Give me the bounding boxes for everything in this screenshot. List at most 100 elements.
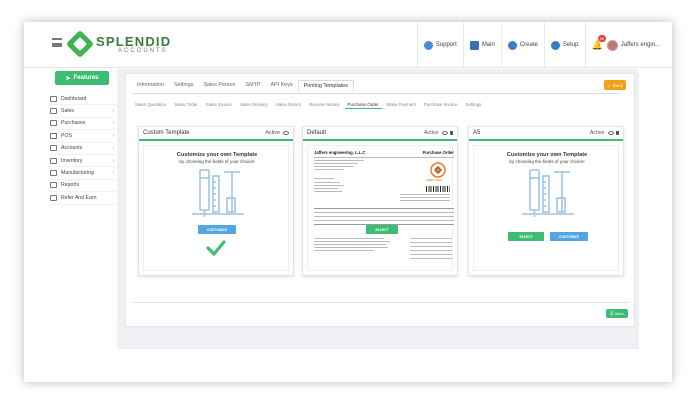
tab-printing-templates[interactable]: Printing Templates xyxy=(297,80,354,92)
pos-icon xyxy=(50,132,57,139)
rocket-icon: ➤ xyxy=(65,75,71,82)
default-template-card: Default Active Jaffers engineering, L.L.… xyxy=(302,126,458,276)
subtab-purchase-invoice[interactable]: Purchase Invoice xyxy=(421,101,461,109)
eye-icon[interactable] xyxy=(441,131,448,135)
top-bar-actions: Support Main Create Setup 🔔 99 Jaffers en… xyxy=(416,22,666,68)
tab-settings[interactable]: Settings xyxy=(169,80,198,92)
plus-icon xyxy=(507,40,517,50)
sidebar-item-manufacturing[interactable]: Manufacturing › xyxy=(50,167,116,180)
sidebar-item-accounts[interactable]: Accounts › xyxy=(50,143,116,155)
template-illustration-icon xyxy=(522,169,574,217)
save-button[interactable]: ⎘ Save xyxy=(606,309,628,318)
sidebar-item-sales[interactable]: Sales › xyxy=(50,105,116,118)
main-button[interactable]: Main xyxy=(462,22,501,68)
accounts-icon xyxy=(50,145,57,152)
sidebar-item-refer-and-earn[interactable]: Refer And Earn xyxy=(50,192,116,205)
card-header: Custom Template Active xyxy=(139,127,293,141)
tab-information[interactable]: Information xyxy=(132,80,169,92)
check-icon xyxy=(206,240,226,256)
company-logo-text: Jaffers Tower xyxy=(426,179,443,182)
subtab-sales-return[interactable]: Sales Return xyxy=(273,101,304,109)
sidebar-item-inventory[interactable]: Inventory › xyxy=(50,155,116,168)
customize-subheading: by choosing the fields of your choice! xyxy=(179,159,255,164)
back-button[interactable]: ← Back xyxy=(604,80,626,90)
app-logo[interactable]: SPLENDID ACCOUNTS xyxy=(65,29,172,59)
gift-icon xyxy=(50,194,57,201)
logo-sub: ACCOUNTS xyxy=(118,47,168,54)
status-badge: Active xyxy=(424,130,453,136)
chevron-right-icon: › xyxy=(112,157,114,164)
logo-name: SPLENDID xyxy=(96,33,172,49)
chevron-right-icon: › xyxy=(112,132,114,139)
a5-template-card: A5 Active Customize your own Template by… xyxy=(468,126,624,276)
user-menu[interactable]: 🔔 99 Jaffers engin... xyxy=(584,22,666,68)
sidebar-menu: Dashboard Sales › Purchases › POS › Account… xyxy=(50,93,116,205)
custom-template-card: Custom Template Active Customize your ow… xyxy=(138,126,294,276)
customize-subheading: by choosing the fields of your choice! xyxy=(509,159,585,164)
eye-icon[interactable] xyxy=(607,131,614,135)
purchase-order-preview: Jaffers engineering, L.L.C Purchase Orde… xyxy=(310,148,460,270)
trash-icon[interactable] xyxy=(449,130,453,136)
company-logo-icon xyxy=(430,162,446,178)
app-window: SPLENDID ACCOUNTS Support Main Create Se… xyxy=(24,22,672,382)
dashboard-icon xyxy=(50,95,57,102)
tab-api-keys[interactable]: API Keys xyxy=(266,80,298,92)
main-content: Information Settings Sales Person SMTP A… xyxy=(117,69,639,349)
sidebar: ➤ Features Dashboard Sales › Purchases › P… xyxy=(24,69,117,382)
tab-smtp[interactable]: SMTP xyxy=(241,80,266,92)
chevron-right-icon: › xyxy=(112,108,114,115)
hamburger-menu-icon[interactable] xyxy=(52,38,62,47)
support-icon xyxy=(423,40,433,50)
po-company-name: Jaffers engineering, L.L.C xyxy=(314,150,366,155)
chevron-right-icon: › xyxy=(112,120,114,127)
template-preview: Customize your own Template by choosing … xyxy=(143,145,289,271)
po-document-title: Purchase Order xyxy=(422,150,454,155)
status-badge: Active xyxy=(265,130,289,136)
card-header: A5 Active xyxy=(469,127,623,141)
sidebar-item-pos[interactable]: POS › xyxy=(50,130,116,143)
subtab-settings[interactable]: Settings xyxy=(463,101,485,109)
card-title: Custom Template xyxy=(143,130,190,136)
features-button[interactable]: ➤ Features xyxy=(55,71,109,85)
settings-panel: Information Settings Sales Person SMTP A… xyxy=(125,73,635,327)
setup-button[interactable]: Setup xyxy=(543,22,585,68)
create-button[interactable]: Create xyxy=(500,22,544,68)
avatar xyxy=(606,39,618,51)
status-badge: Active xyxy=(590,130,619,136)
eye-icon[interactable] xyxy=(283,131,289,135)
sidebar-item-purchases[interactable]: Purchases › xyxy=(50,118,116,131)
support-button[interactable]: Support xyxy=(416,22,463,68)
manufacturing-icon xyxy=(50,170,57,177)
template-subtabs: Sales Quotation Sales Order Sales Invoic… xyxy=(132,101,486,109)
top-bar: SPLENDID ACCOUNTS Support Main Create Se… xyxy=(24,22,672,68)
customize-button[interactable]: CUSTOMIZE xyxy=(550,232,588,241)
subtab-make-payment[interactable]: Make Payment xyxy=(384,101,419,109)
tabs-divider xyxy=(132,93,618,94)
card-title: Default xyxy=(307,130,327,136)
logo-mark-icon xyxy=(65,29,95,59)
subtab-sales-invoice[interactable]: Sales Invoice xyxy=(203,101,235,109)
trash-icon[interactable] xyxy=(615,130,619,136)
sidebar-item-dashboard[interactable]: Dashboard xyxy=(50,93,116,106)
subtab-sales-order[interactable]: Sales Order xyxy=(171,101,200,109)
sidebar-item-reports[interactable]: Reports xyxy=(50,180,116,193)
user-name: Jaffers engin... xyxy=(620,42,660,48)
customize-heading: Customize your own Template xyxy=(176,152,258,158)
reports-icon xyxy=(50,182,57,189)
select-button[interactable]: SELECT xyxy=(508,232,544,241)
gear-icon xyxy=(550,40,560,50)
subtab-purchase-order[interactable]: Purchase Order xyxy=(344,101,382,109)
card-header: Default Active xyxy=(303,127,457,141)
template-preview: Jaffers engineering, L.L.C Purchase Orde… xyxy=(307,145,454,271)
inventory-icon xyxy=(50,157,57,164)
settings-tabs: Information Settings Sales Person SMTP A… xyxy=(132,80,354,92)
notification-badge: 99 xyxy=(597,34,606,42)
subtab-sales-quotation[interactable]: Sales Quotation xyxy=(132,101,169,109)
template-preview: Customize your own Template by choosing … xyxy=(473,145,619,271)
subtab-receive-money[interactable]: Receive Money xyxy=(306,101,342,109)
select-button[interactable]: SELECT xyxy=(366,225,398,234)
tab-sales-person[interactable]: Sales Person xyxy=(198,80,240,92)
bell-icon[interactable]: 🔔 99 xyxy=(592,34,606,51)
subtab-sales-delivery[interactable]: Sales Delivery xyxy=(237,101,271,109)
customize-button[interactable]: CUSTOMIZE xyxy=(198,225,236,234)
